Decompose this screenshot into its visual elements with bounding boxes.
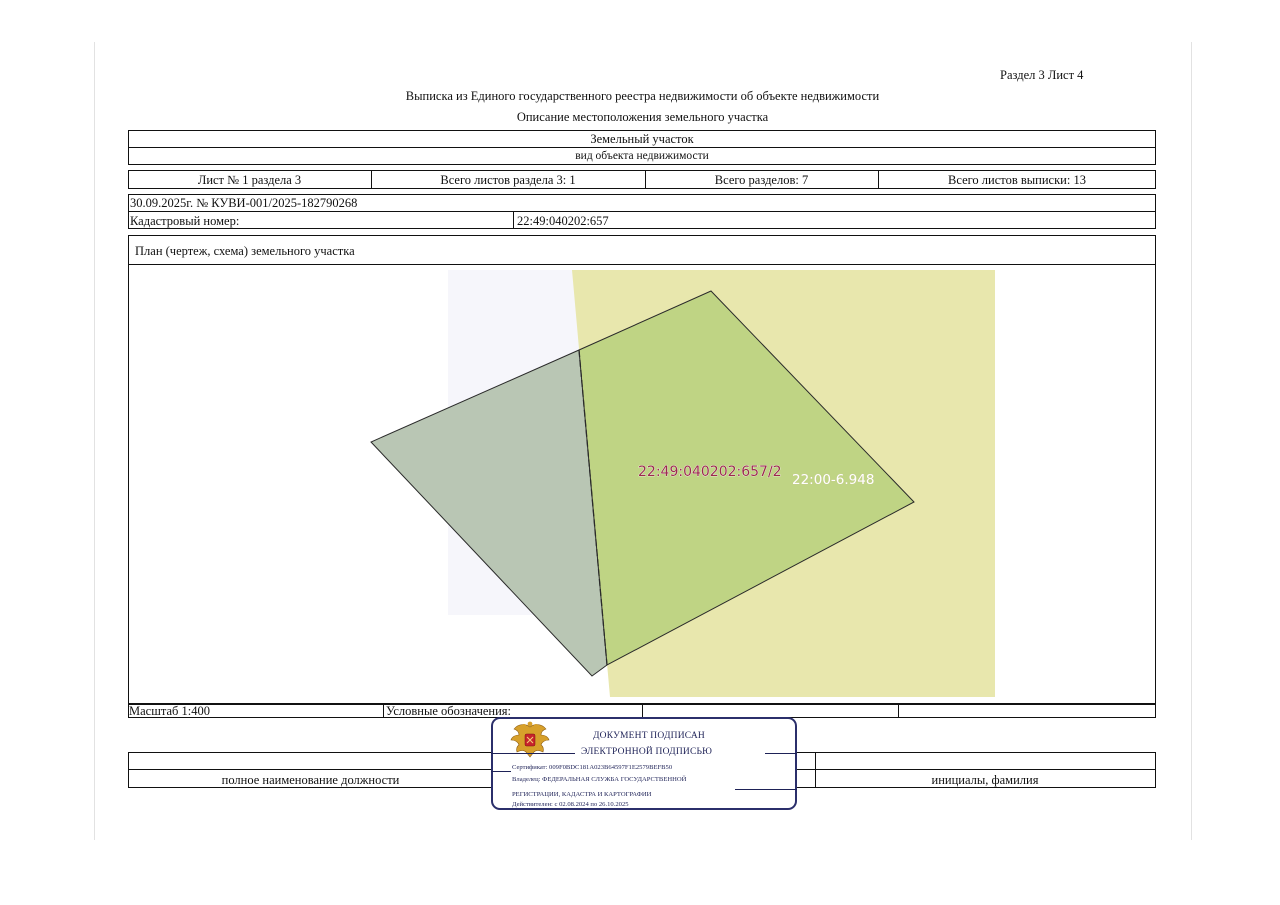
- divider: [765, 753, 797, 754]
- name-caption: инициалы, фамилия: [931, 773, 1039, 787]
- divider: [128, 752, 129, 769]
- object-type-caption: вид объекта недвижимости: [575, 150, 709, 162]
- stamp-owner-line2: РЕГИСТРАЦИИ, КАДАСТРА И КАРТОГРАФИИ: [512, 791, 652, 798]
- object-type: Земельный участок: [590, 132, 694, 146]
- divider: [898, 704, 899, 718]
- divider: [513, 211, 514, 229]
- document-subtitle: Описание местоположения земельного участ…: [516, 110, 769, 124]
- stamp-owner-line1: Владелец: ФЕДЕРАЛЬНАЯ СЛУЖБА ГОСУДАРСТВЕ…: [512, 776, 687, 783]
- divider: [1155, 752, 1156, 769]
- cadastral-number-value: 22:49:040202:657: [517, 214, 609, 228]
- divider: [128, 147, 1156, 148]
- divider: [128, 264, 1156, 265]
- e-signature-stamp: ДОКУМЕНТ ПОДПИСАН ЭЛЕКТРОННОЙ ПОДПИСЬЮ С…: [491, 717, 797, 810]
- sections-total: Всего разделов: 7: [714, 173, 809, 187]
- stamp-line1: ДОКУМЕНТ ПОДПИСАН: [593, 731, 705, 741]
- divider: [491, 753, 575, 754]
- plan-title: План (чертеж, схема) земельного участка: [135, 244, 355, 258]
- position-caption: полное наименование должности: [221, 773, 400, 787]
- divider: [128, 211, 1156, 212]
- sheet-number: Лист № 1 раздела 3: [197, 173, 302, 187]
- record-date-number: 30.09.2025г. № КУВИ-001/2025-182790268: [130, 196, 358, 210]
- divider: [383, 704, 384, 718]
- stamp-valid: Действителен: с 02.08.2024 по 26.10.2025: [512, 801, 629, 808]
- divider: [735, 789, 797, 790]
- legend-label: Условные обозначения:: [386, 704, 512, 718]
- scale-label: Масштаб 1:400: [129, 704, 210, 718]
- document-title: Выписка из Единого государственного реес…: [405, 89, 880, 103]
- section-sheet-label: Раздел 3 Лист 4: [1000, 68, 1084, 82]
- cadastral-number-label: Кадастровый номер:: [130, 214, 240, 228]
- divider: [491, 771, 511, 772]
- stamp-line2: ЭЛЕКТРОННОЙ ПОДПИСЬЮ: [581, 747, 713, 757]
- divider: [642, 704, 643, 718]
- plan-block: [128, 235, 1156, 704]
- coat-of-arms-icon: [510, 721, 550, 758]
- section-sheets-total: Всего листов раздела 3: 1: [440, 173, 576, 187]
- extract-sheets-total: Всего листов выписки: 13: [948, 173, 1086, 187]
- stamp-certificate: Сертификат: 009F0BDC181A023B64597F1E2579…: [512, 764, 673, 771]
